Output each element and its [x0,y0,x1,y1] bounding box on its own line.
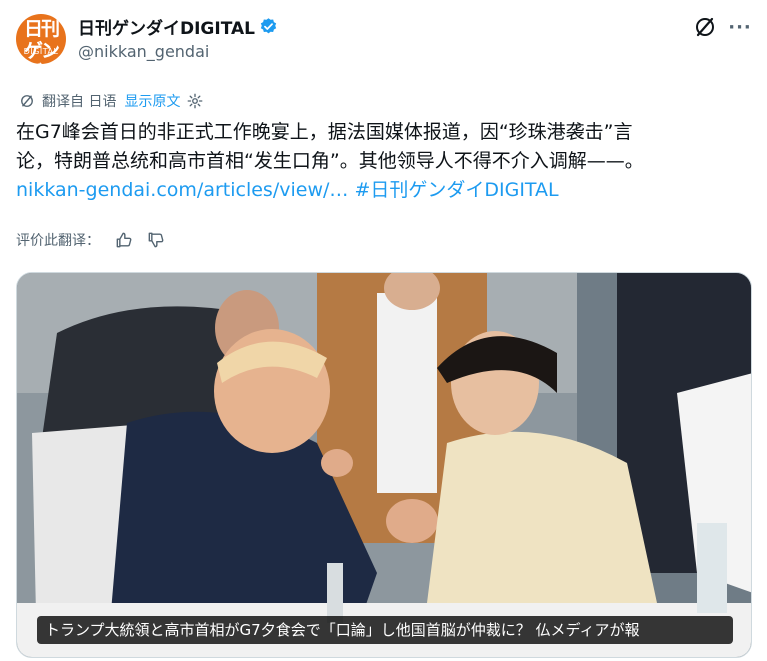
article-link[interactable]: nikkan-gendai.com/articles/view/… [16,179,348,201]
gear-icon[interactable] [186,92,204,110]
thumbs-up-icon[interactable] [114,230,134,250]
tweet-text-line-2: 论，特朗普总统和高市首相“发生口角”。其他领导人不得不介入调解——。 [16,150,644,172]
media-caption: トランプ大統領と高市首相がG7夕食会で「口論」し他国首脳が仲裁に？ 仏メディアが… [37,616,733,644]
more-options-button[interactable]: ··· [728,15,752,39]
show-original-link[interactable]: 显示原文 [124,91,180,111]
account-handle[interactable]: @nikkan_gendai [78,42,209,61]
rate-translation-row: 评价此翻译： [16,228,166,252]
tweet-text-line-1: 在G7峰会首日的非正式工作晚宴上，据法国媒体报道，因“珍珠港袭击”言 [16,121,633,143]
rate-translation-label: 评价此翻译： [16,233,100,249]
photo-illustration [17,273,751,657]
tweet-header: 日刊ゲンダイ DIGITAL 日刊ゲンダイDIGITAL @nikkan_gen… [0,0,767,72]
tweet-link-line: nikkan-gendai.com/articles/view/… #日刊ゲンダ… [16,176,756,205]
tweet-media-photo[interactable]: トランプ大統領と高市首相がG7夕食会で「口論」し他国首脳が仲裁に？ 仏メディアが… [16,272,752,658]
hashtag-link[interactable]: #日刊ゲンダイDIGITAL [354,179,558,201]
avatar-logo-sub: DIGITAL [23,47,59,56]
tweet-body: 在G7峰会首日的非正式工作晚宴上，据法国媒体报道，因“珍珠港袭击”言 论，特朗普… [16,118,756,205]
thumbs-down-icon[interactable] [146,230,166,250]
name-row: 日刊ゲンダイDIGITAL [78,14,278,39]
translate-icon [21,95,33,107]
grok-slash-icon[interactable] [693,15,717,39]
verified-badge-icon [260,17,277,33]
translation-bar: 翻译自 日语 显示原文 [18,90,204,112]
translation-label: 翻译自 日语 [42,94,117,110]
avatar[interactable]: 日刊ゲンダイ DIGITAL [16,14,66,64]
display-name[interactable]: 日刊ゲンダイDIGITAL [78,14,255,39]
avatar-logo-text: 日刊ゲンダイ [23,18,60,64]
